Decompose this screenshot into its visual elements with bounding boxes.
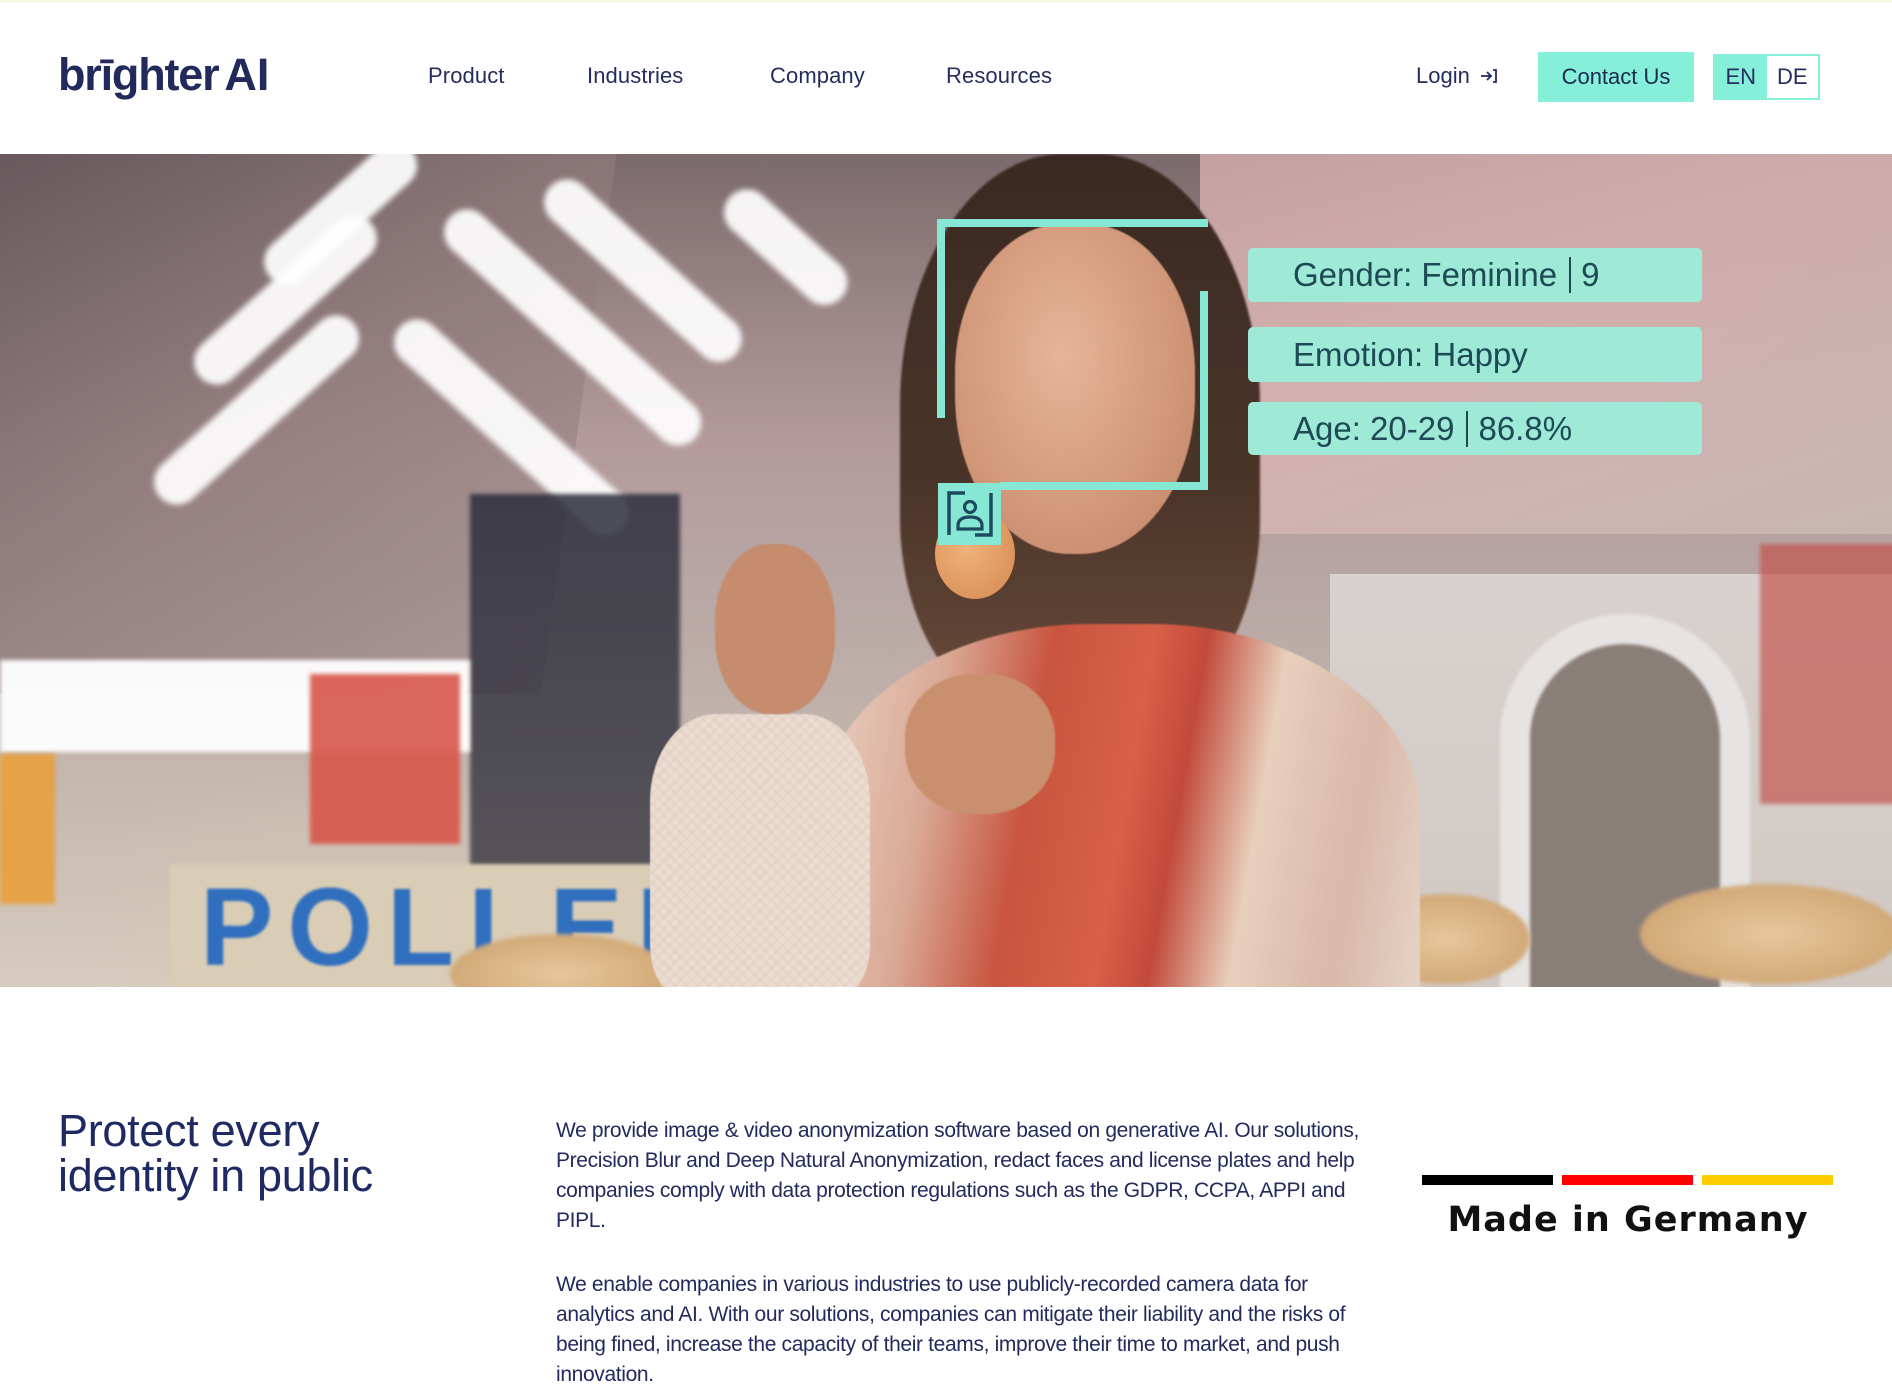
hero-person-body [820, 624, 1420, 987]
hero-image: POLLEFI Gender: Feminine 9 Emotion: Happ… [0, 154, 1892, 987]
hero-bg-stall [1760, 544, 1892, 804]
hero-bg-light [714, 179, 857, 315]
language-switcher: EN DE [1713, 54, 1820, 100]
hero-bg-board [470, 494, 680, 914]
hero-bg-sign-red [310, 674, 460, 844]
login-arrow-icon [1480, 68, 1498, 84]
overlay-label-divider [1569, 257, 1572, 293]
overlay-label-text: Age: 20-29 [1293, 409, 1455, 447]
hero-mesh-bag [650, 714, 870, 987]
nav-item-product[interactable]: Product [428, 63, 505, 89]
intro-paragraph: We enable companies in various industrie… [556, 1273, 1346, 1386]
made-in-germany-badge: Made in Germany [1422, 1175, 1834, 1255]
site-header: brīghter AI Product Industries Company Re… [0, 3, 1892, 154]
face-frame-right [1200, 291, 1208, 490]
logo-suffix: AI [224, 49, 270, 100]
intro-paragraph: We provide image & video anonymization s… [556, 1119, 1359, 1232]
hero-person-hand [715, 544, 835, 714]
flag-stripe-gold [1702, 1175, 1833, 1185]
face-frame-top [937, 219, 1208, 227]
brighter-ai-logo[interactable]: brīghter AI [58, 49, 269, 101]
contact-us-button[interactable]: Contact Us [1538, 52, 1694, 102]
flag-stripe-red [1562, 1175, 1693, 1185]
overlay-label-confidence: 9 [1581, 256, 1600, 293]
intro-headline: Protect every identity in public [58, 1105, 373, 1201]
login-label: Login [1416, 63, 1470, 88]
overlay-label-confidence: 86.8% [1478, 409, 1573, 447]
flag-stripe-black [1422, 1175, 1553, 1185]
nav-item-company[interactable]: Company [770, 63, 865, 89]
made-in-germany-text: Made in Germany [1447, 1200, 1809, 1240]
overlay-label-divider [1466, 410, 1469, 447]
nav-item-industries[interactable]: Industries [587, 63, 683, 89]
overlay-label-emotion: Emotion: Happy [1248, 327, 1702, 382]
overlay-label-age: Age: 20-29 86.8% [1248, 402, 1702, 455]
language-option-de[interactable]: DE [1766, 56, 1818, 98]
overlay-label-gender: Gender: Feminine 9 [1248, 248, 1702, 302]
face-frame-left [937, 219, 945, 418]
login-link[interactable]: Login [1416, 63, 1498, 89]
nav-item-resources[interactable]: Resources [946, 63, 1052, 89]
hero-person-hand [905, 674, 1055, 814]
language-option-en[interactable]: EN [1715, 56, 1767, 98]
face-frame-bottom [1000, 482, 1208, 490]
person-id-icon [938, 483, 1001, 545]
overlay-label-text: Emotion: Happy [1293, 335, 1528, 373]
overlay-label-text: Gender: Feminine [1293, 256, 1558, 293]
logo-wordmark: brīghter [58, 49, 220, 100]
hero-bg-bread [1640, 884, 1892, 984]
hero-bg-orange [0, 754, 55, 904]
